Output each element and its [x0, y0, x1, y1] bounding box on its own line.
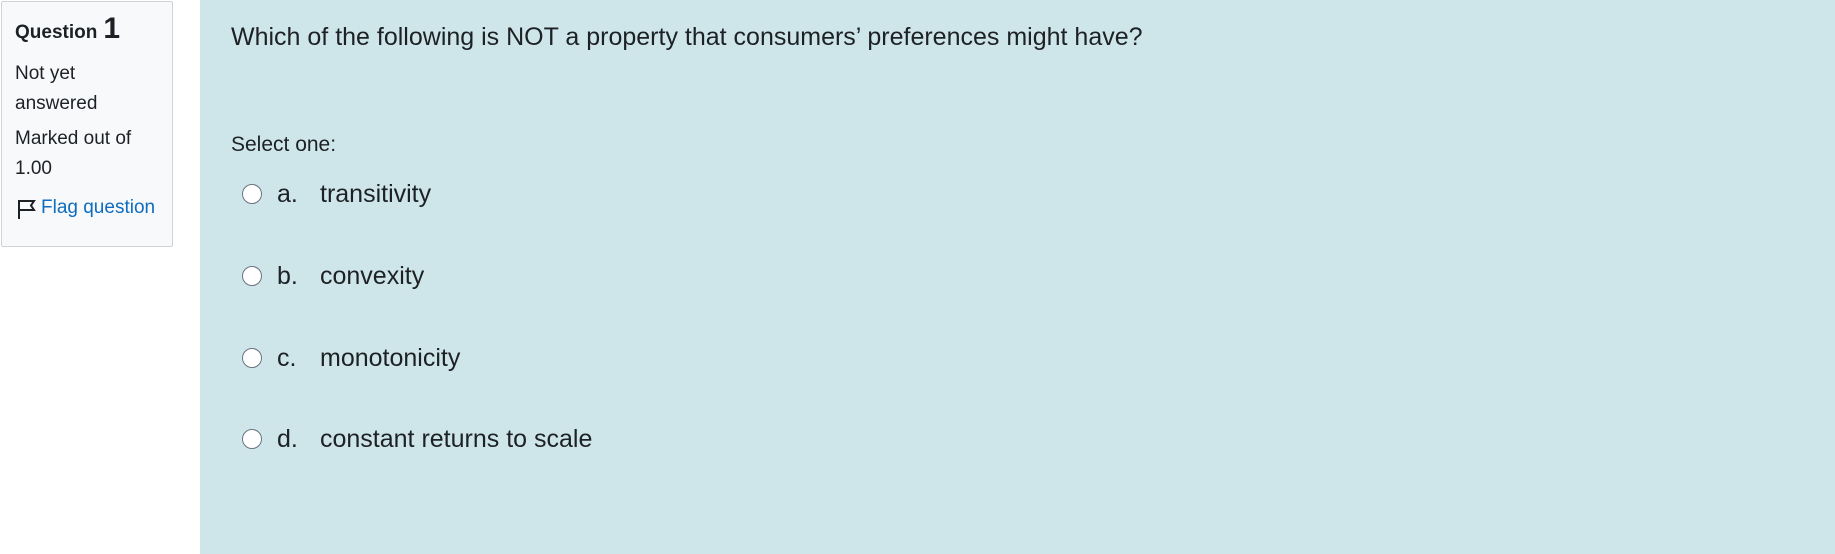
- question-number-heading: Question 1: [15, 12, 159, 45]
- radio-button-d[interactable]: [242, 429, 262, 449]
- question-state: Not yet answered: [15, 63, 98, 114]
- question-number: 1: [103, 12, 121, 45]
- select-one-prompt: Select one:: [231, 133, 337, 156]
- option-letter-a: a.: [277, 179, 298, 208]
- option-letter-c: c.: [277, 343, 297, 372]
- radio-button-c[interactable]: [242, 348, 262, 368]
- option-letter-b: b.: [277, 261, 298, 290]
- flag-question-link[interactable]: Flag question: [15, 193, 159, 223]
- radio-button-b[interactable]: [242, 266, 262, 286]
- question-panel: Which of the following is NOT a property…: [200, 0, 1835, 554]
- flag-icon: [18, 200, 36, 219]
- option-label-b[interactable]: convexity: [320, 262, 424, 291]
- question-label: Question: [15, 22, 98, 43]
- option-label-a[interactable]: transitivity: [320, 180, 431, 209]
- answer-option-d[interactable]: d. constant returns to scale: [242, 421, 592, 457]
- option-label-d[interactable]: constant returns to scale: [320, 425, 592, 454]
- radio-button-a[interactable]: [242, 184, 262, 204]
- quiz-page: Question 1 Not yet answered Marked out o…: [0, 0, 1835, 554]
- answer-option-a[interactable]: a. transitivity: [242, 176, 431, 212]
- answer-option-c[interactable]: c. monotonicity: [242, 340, 460, 376]
- question-text: Which of the following is NOT a property…: [231, 23, 1143, 51]
- option-label-c[interactable]: monotonicity: [320, 344, 460, 373]
- option-letter-d: d.: [277, 424, 298, 453]
- flag-question-label: Flag question: [41, 197, 156, 218]
- answer-option-b[interactable]: b. convexity: [242, 258, 424, 294]
- question-info-box: Question 1 Not yet answered Marked out o…: [1, 1, 173, 247]
- question-grade: Marked out of 1.00: [15, 128, 132, 179]
